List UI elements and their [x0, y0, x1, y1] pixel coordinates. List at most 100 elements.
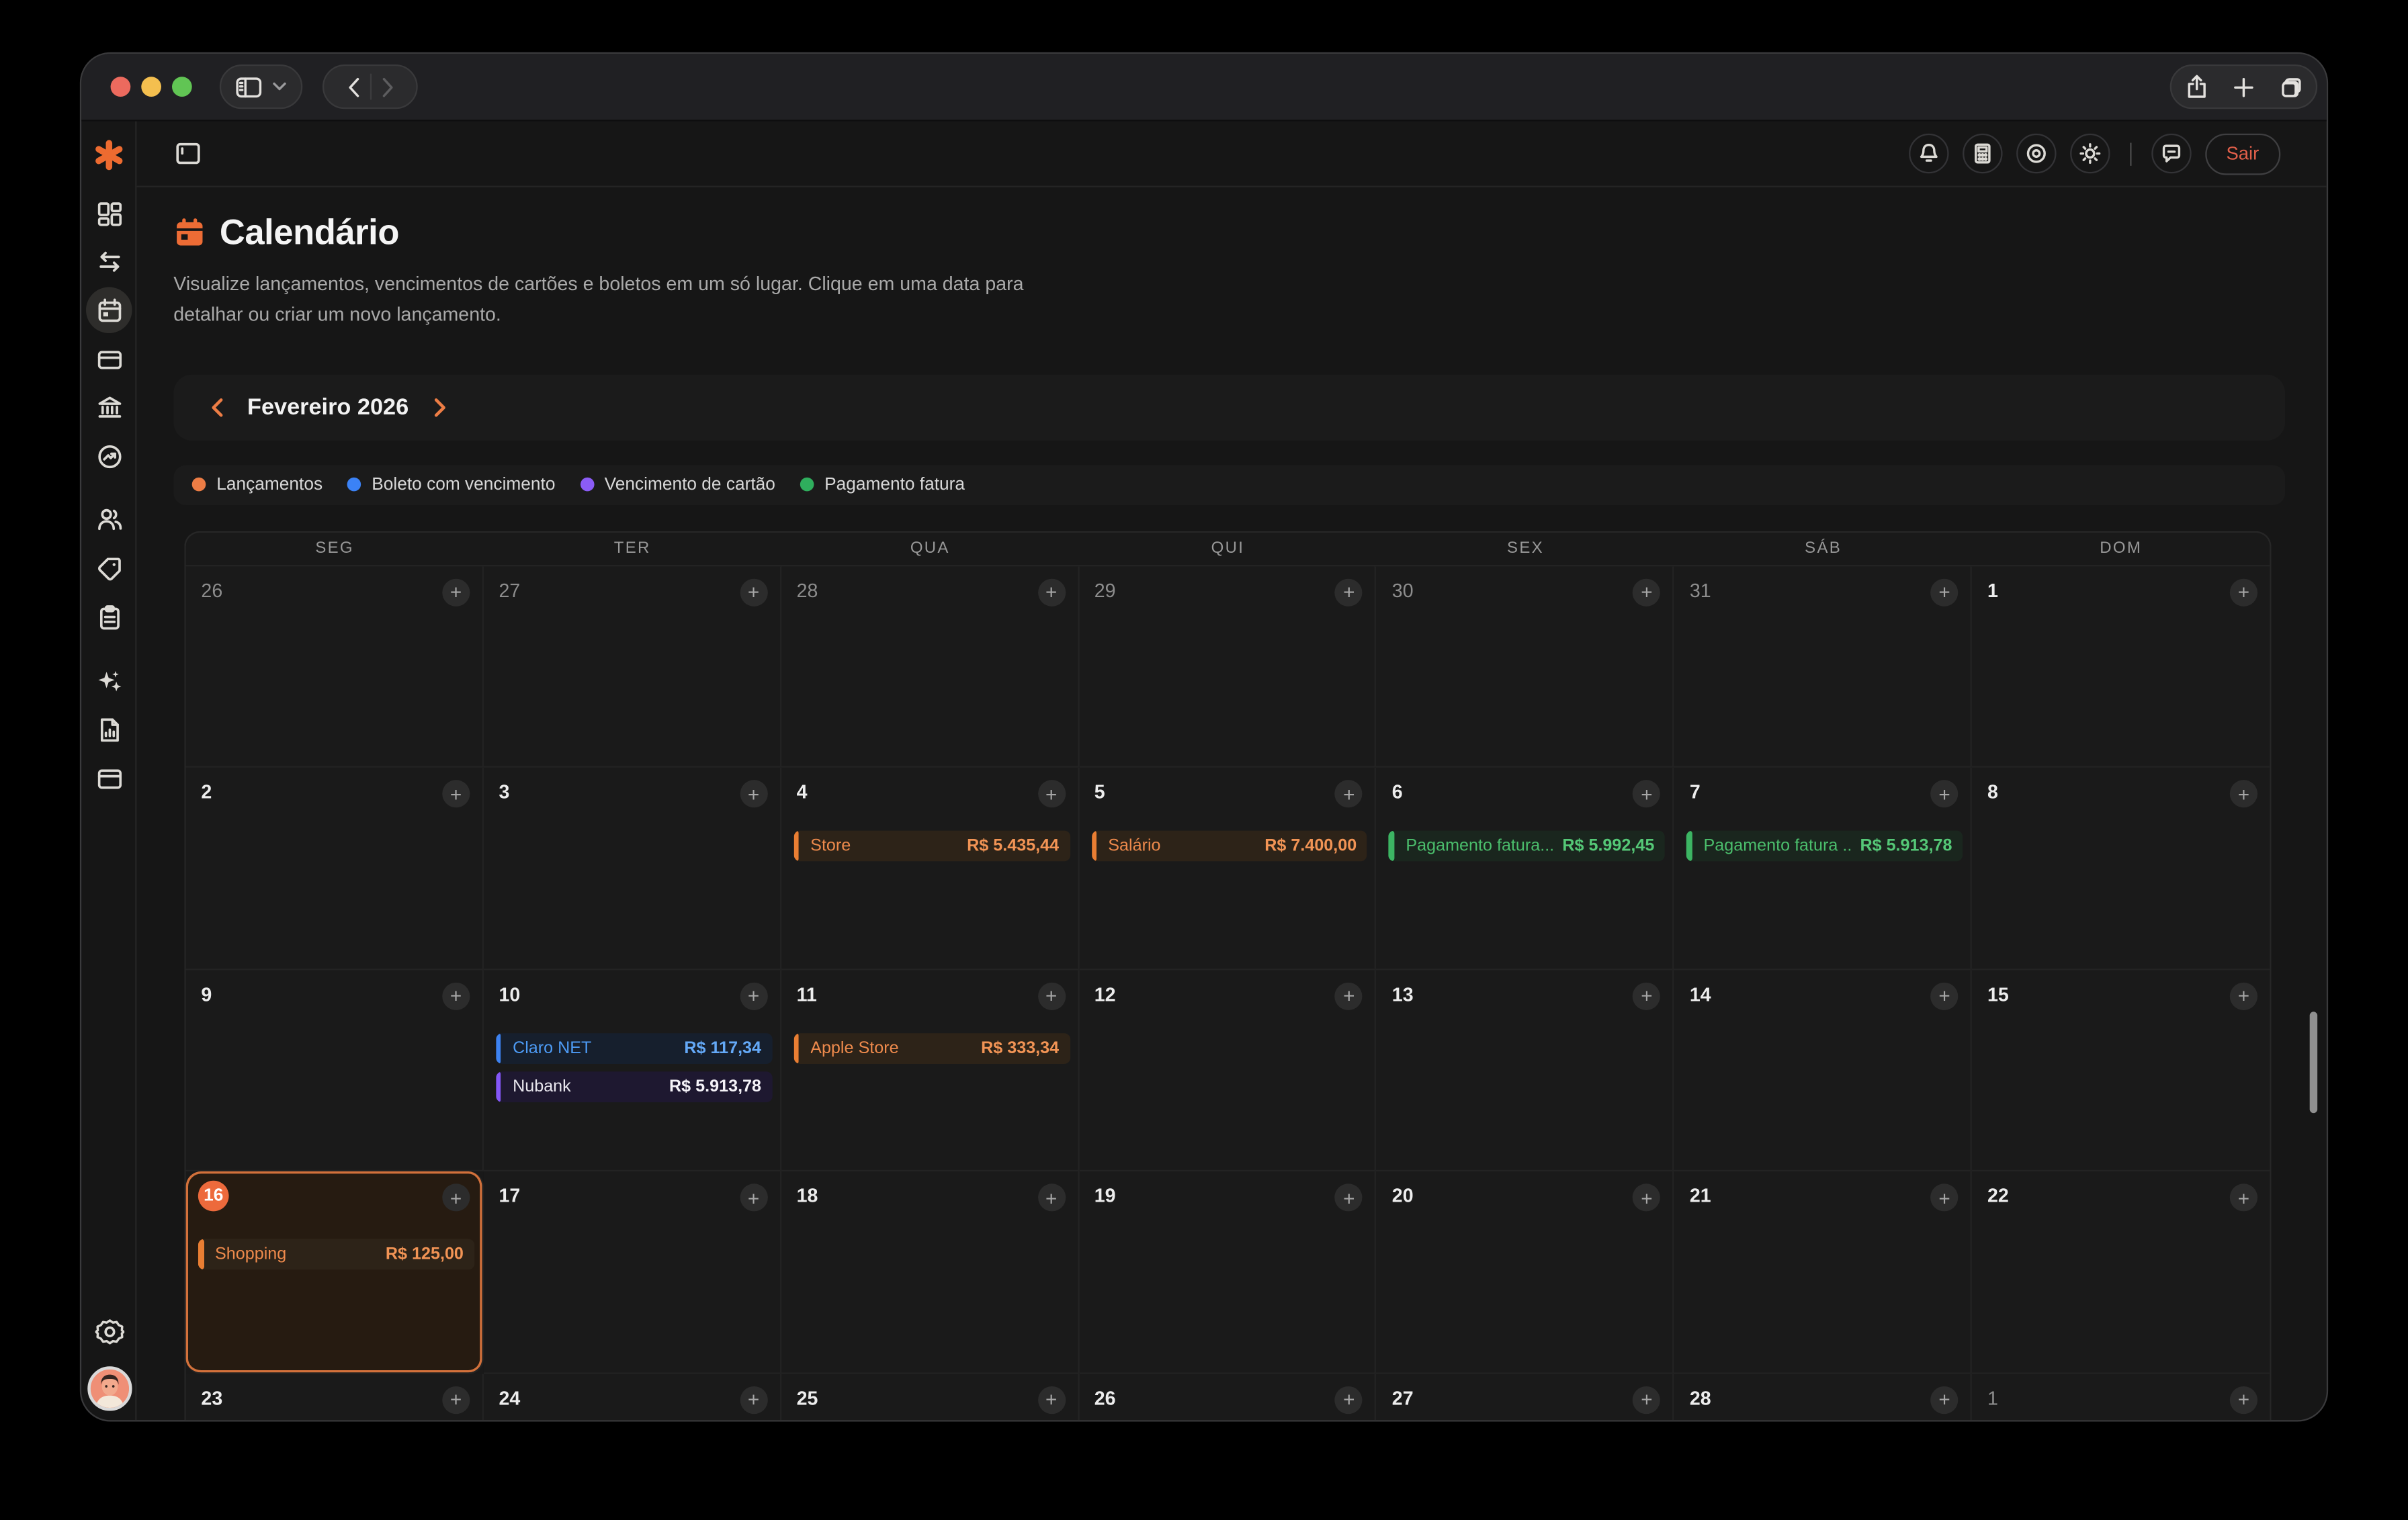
event-chip[interactable]: StoreR$ 5.435,44: [793, 831, 1070, 862]
add-event-button[interactable]: +: [442, 982, 470, 1010]
calendar-day-cell[interactable]: 9+: [186, 969, 484, 1171]
calendar-day-cell[interactable]: 13+: [1377, 969, 1674, 1171]
add-event-button[interactable]: +: [1037, 1183, 1065, 1211]
back-icon[interactable]: [346, 76, 360, 97]
calendar-day-cell[interactable]: 12+: [1079, 969, 1377, 1171]
add-event-button[interactable]: +: [740, 1183, 767, 1211]
add-event-button[interactable]: +: [1335, 578, 1363, 606]
add-event-button[interactable]: +: [2230, 780, 2258, 807]
sidebar-item-browser[interactable]: [93, 764, 124, 795]
event-chip[interactable]: ShoppingR$ 125,00: [198, 1239, 474, 1270]
event-chip[interactable]: Pagamento fatura...R$ 5.992,45: [1389, 831, 1665, 862]
forward-icon[interactable]: [380, 76, 394, 97]
calendar-day-cell[interactable]: 27+: [1377, 1374, 1674, 1421]
add-event-button[interactable]: +: [1633, 982, 1660, 1010]
sidebar-item-bank[interactable]: [93, 392, 124, 423]
add-event-button[interactable]: +: [1930, 780, 1958, 807]
add-event-button[interactable]: +: [1037, 982, 1065, 1010]
sidebar-item-performance[interactable]: [93, 441, 124, 472]
minimize-window-button[interactable]: [141, 77, 161, 97]
calendar-day-cell[interactable]: 14+: [1674, 969, 1972, 1171]
add-event-button[interactable]: +: [740, 780, 767, 807]
add-event-button[interactable]: +: [1335, 1386, 1363, 1413]
scrollbar-thumb[interactable]: [2310, 1012, 2317, 1113]
add-event-button[interactable]: +: [442, 1183, 470, 1211]
sidebar-item-ai[interactable]: [93, 666, 124, 697]
add-event-button[interactable]: +: [1633, 780, 1660, 807]
calendar-day-cell[interactable]: 3+: [484, 768, 781, 970]
calendar-day-cell[interactable]: 1+: [1972, 1374, 2270, 1421]
sidebar-item-calendar[interactable]: [93, 295, 124, 326]
sidebar-item-cards[interactable]: [93, 344, 124, 375]
calendar-day-cell[interactable]: 6+Pagamento fatura...R$ 5.992,45: [1377, 768, 1674, 970]
notifications-button[interactable]: [1908, 134, 1948, 173]
next-month-button[interactable]: [429, 396, 450, 418]
event-chip[interactable]: Apple StoreR$ 333,34: [793, 1032, 1070, 1063]
add-event-button[interactable]: +: [442, 578, 470, 606]
sidebar-item-transfers[interactable]: [93, 247, 124, 277]
add-event-button[interactable]: +: [1633, 1386, 1660, 1413]
calendar-day-cell[interactable]: 18+: [781, 1171, 1079, 1374]
sidebar-item-dashboard[interactable]: [93, 198, 124, 229]
add-event-button[interactable]: +: [1633, 578, 1660, 606]
previous-month-button[interactable]: [206, 396, 227, 418]
calendar-day-cell[interactable]: 7+Pagamento fatura ...R$ 5.913,78: [1674, 768, 1972, 970]
calendar-day-cell[interactable]: 26+: [1079, 1374, 1377, 1421]
calendar-day-cell[interactable]: 21+: [1674, 1171, 1972, 1374]
calendar-day-cell[interactable]: 30+: [1377, 566, 1674, 768]
avatar[interactable]: [87, 1366, 132, 1411]
theme-button[interactable]: [2069, 134, 2109, 173]
calendar-day-cell[interactable]: 8+: [1972, 768, 2270, 970]
tabs-icon[interactable]: [2279, 75, 2302, 98]
add-event-button[interactable]: +: [1335, 1183, 1363, 1211]
feedback-button[interactable]: [2151, 134, 2190, 173]
event-chip[interactable]: NubankR$ 5.913,78: [496, 1071, 772, 1102]
add-event-button[interactable]: +: [1930, 578, 1958, 606]
add-event-button[interactable]: +: [1633, 1183, 1660, 1211]
add-event-button[interactable]: +: [2230, 982, 2258, 1010]
add-event-button[interactable]: +: [1037, 578, 1065, 606]
zoom-window-button[interactable]: [172, 77, 192, 97]
calendar-day-cell[interactable]: 20+: [1377, 1171, 1674, 1374]
calendar-day-cell[interactable]: 28+: [1674, 1374, 1972, 1421]
event-chip[interactable]: Claro NETR$ 117,34: [496, 1032, 772, 1063]
calendar-day-cell[interactable]: 25+: [781, 1374, 1079, 1421]
calendar-day-cell[interactable]: 24+: [484, 1374, 781, 1421]
add-event-button[interactable]: +: [1335, 982, 1363, 1010]
calendar-day-cell[interactable]: 27+: [484, 566, 781, 768]
browser-sidebar-button[interactable]: [220, 64, 302, 109]
calculator-button[interactable]: [1962, 134, 2002, 173]
calendar-day-cell[interactable]: 16+ShoppingR$ 125,00: [186, 1171, 484, 1374]
calendar-day-cell[interactable]: 1+: [1972, 566, 2270, 768]
calendar-day-cell[interactable]: 17+: [484, 1171, 781, 1374]
add-event-button[interactable]: +: [2230, 578, 2258, 606]
calendar-day-cell[interactable]: 15+: [1972, 969, 2270, 1171]
calendar-day-cell[interactable]: 26+: [186, 566, 484, 768]
new-tab-icon[interactable]: [2233, 76, 2254, 97]
add-event-button[interactable]: +: [2230, 1183, 2258, 1211]
privacy-button[interactable]: [2016, 134, 2055, 173]
logout-button[interactable]: Sair: [2204, 133, 2280, 175]
add-event-button[interactable]: +: [1930, 982, 1958, 1010]
share-icon[interactable]: [2186, 74, 2208, 100]
add-event-button[interactable]: +: [740, 1386, 767, 1413]
add-event-button[interactable]: +: [1930, 1386, 1958, 1413]
sidebar-item-reports[interactable]: [93, 715, 124, 746]
calendar-day-cell[interactable]: 19+: [1079, 1171, 1377, 1374]
panel-toggle-icon[interactable]: [175, 141, 202, 166]
calendar-day-cell[interactable]: 29+: [1079, 566, 1377, 768]
add-event-button[interactable]: +: [442, 1386, 470, 1413]
calendar-day-cell[interactable]: 28+: [781, 566, 1079, 768]
event-chip[interactable]: SalárioR$ 7.400,00: [1091, 831, 1367, 862]
sidebar-item-notes[interactable]: [93, 602, 124, 633]
add-event-button[interactable]: +: [442, 780, 470, 807]
sidebar-item-users[interactable]: [93, 504, 124, 535]
close-window-button[interactable]: [111, 77, 131, 97]
calendar-day-cell[interactable]: 31+: [1674, 566, 1972, 768]
event-chip[interactable]: Pagamento fatura ...R$ 5.913,78: [1686, 831, 1963, 862]
add-event-button[interactable]: +: [740, 982, 767, 1010]
calendar-day-cell[interactable]: 22+: [1972, 1171, 2270, 1374]
add-event-button[interactable]: +: [1335, 780, 1363, 807]
calendar-day-cell[interactable]: 11+Apple StoreR$ 333,34: [781, 969, 1079, 1171]
add-event-button[interactable]: +: [2230, 1386, 2258, 1413]
